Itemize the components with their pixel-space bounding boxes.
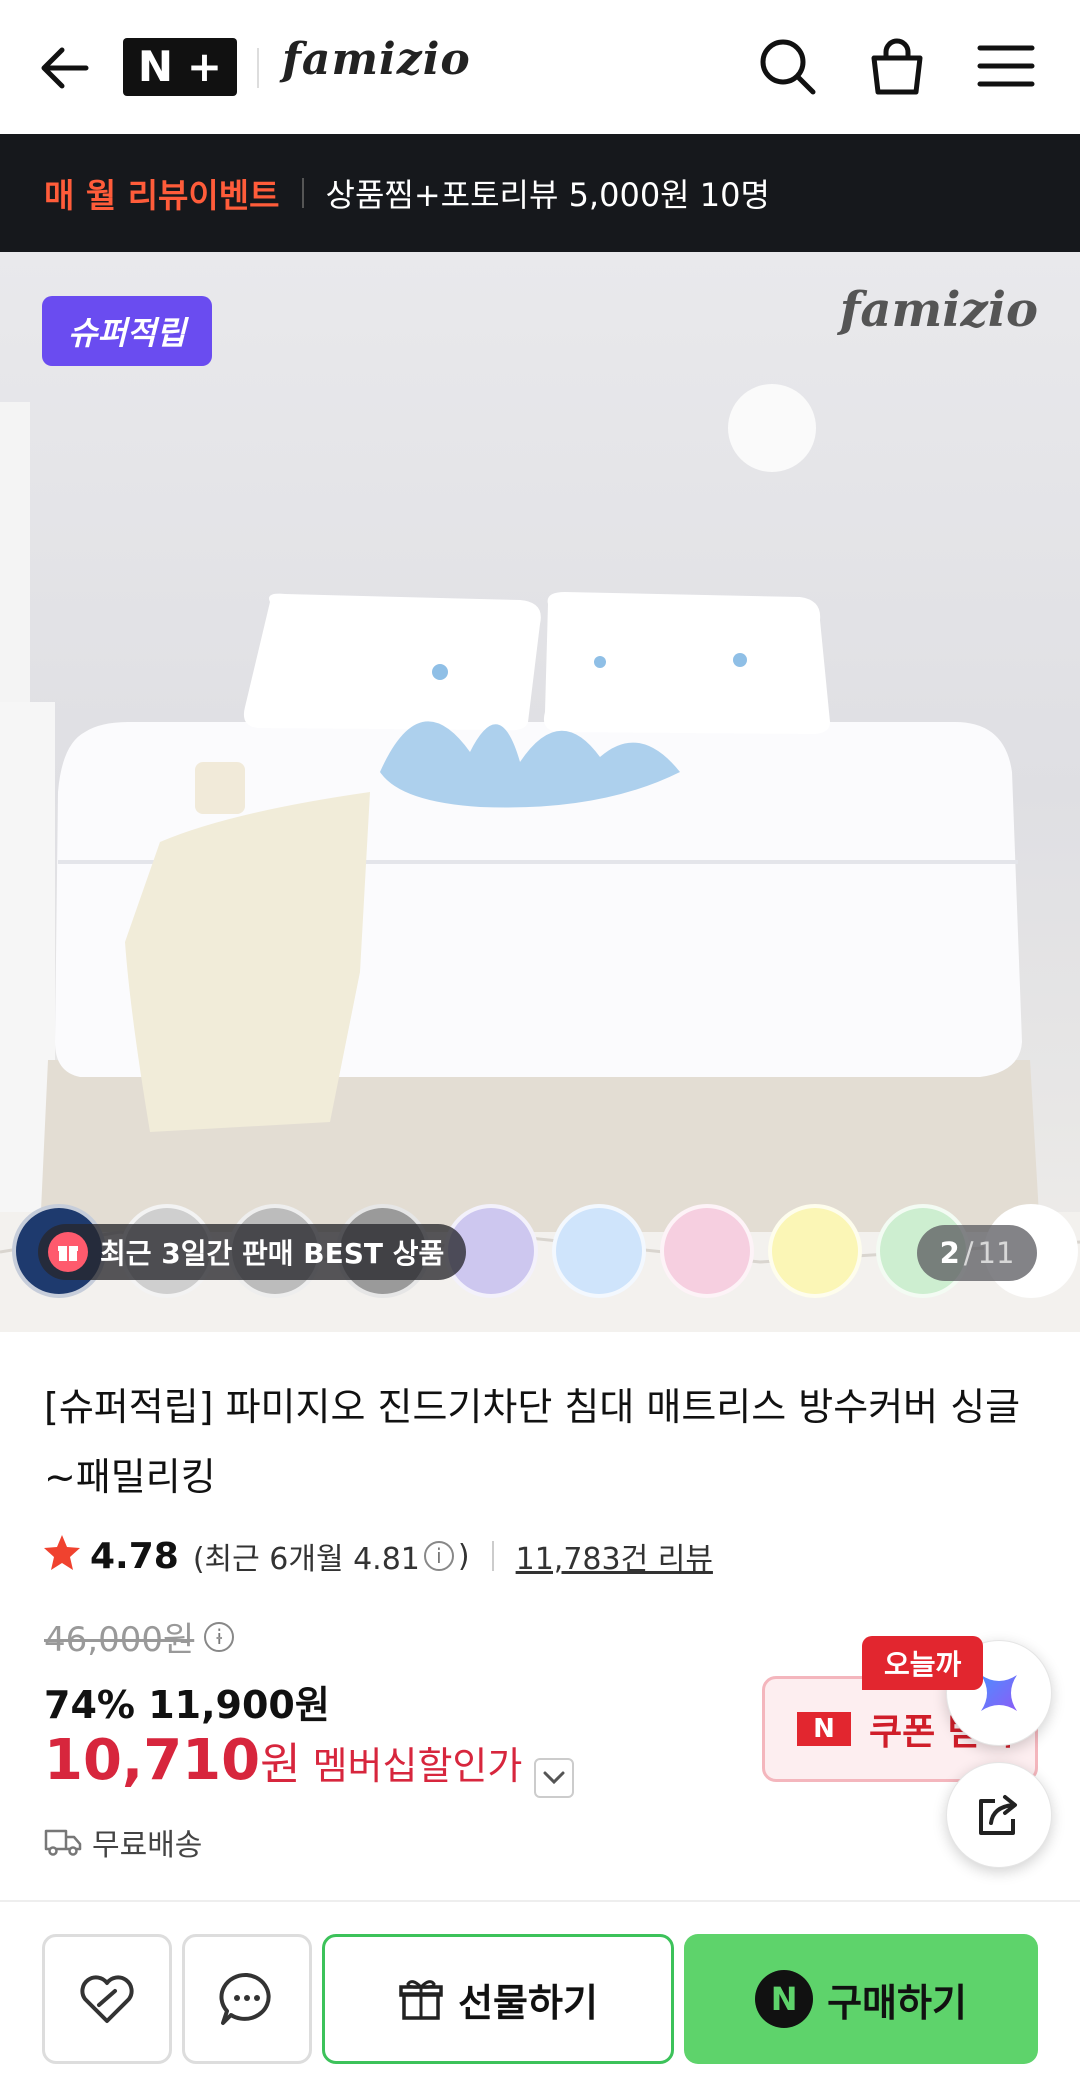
naver-pay-n-icon: N <box>755 1970 814 2028</box>
banner-text: 상품찜+포토리뷰 5,000원 10명 <box>325 176 770 214</box>
bed-product-photo <box>0 384 1080 1332</box>
search-icon[interactable] <box>755 34 821 100</box>
review-event-banner[interactable]: 매 월 리뷰이벤트 상품찜+포토리뷰 5,000원 10명 <box>0 134 1080 252</box>
membership-price-label: 멤버십할인가 <box>312 1744 523 1788</box>
heart-icon <box>80 1975 134 2023</box>
best-seller-label: 최근 3일간 판매 BEST 상품 <box>100 1237 445 1270</box>
delivery-label: 무료배송 <box>92 1828 203 1863</box>
color-swatch[interactable] <box>552 1204 646 1298</box>
gift-button[interactable]: 선물하기 <box>322 1934 674 2064</box>
price-info-icon[interactable]: i <box>204 1621 235 1652</box>
product-image-carousel[interactable]: 슈퍼적립 famizio 최근 3일간 판매 BEST 상품 2 / 11 <box>0 252 1080 1332</box>
membership-price-unit: 원 <box>260 1739 301 1790</box>
discount-rate: 74% <box>44 1683 135 1727</box>
delivery-info: 무료배송 <box>44 1820 202 1864</box>
banner-tag: 매 월 리뷰이벤트 <box>44 176 280 215</box>
buy-button[interactable]: N 구매하기 <box>684 1934 1038 2064</box>
product-title: [슈퍼적립] 파미지오 진드기차단 침대 매트리스 방수커버 싱글~패밀리킹 <box>44 1385 1021 1499</box>
share-icon <box>979 1795 1017 1835</box>
bottom-action-bar: 선물하기 N 구매하기 <box>0 1904 1080 2090</box>
color-swatch[interactable] <box>660 1204 754 1298</box>
banner-divider <box>301 178 304 208</box>
image-counter: 2 / 11 <box>917 1225 1037 1281</box>
today-only-tag: 오늘까 <box>862 1636 984 1690</box>
membership-price: 10,710 <box>44 1728 261 1793</box>
rating-row: 4.78 (최근 6개월 4.81 i ) 11,783건 리뷰 <box>42 1528 713 1584</box>
talk-chat-button[interactable] <box>182 1934 312 2064</box>
original-price: 46,000원 i <box>44 1612 238 1661</box>
super-reward-badge: 슈퍼적립 <box>42 296 212 366</box>
color-swatch[interactable] <box>768 1204 862 1298</box>
original-price-value: 46,000원 <box>44 1620 195 1660</box>
gift-box-icon <box>399 1980 443 2020</box>
buy-button-label: 구매하기 <box>827 1980 967 2025</box>
header-divider <box>257 48 259 88</box>
gift-button-label: 선물하기 <box>458 1980 598 2025</box>
truck-icon <box>44 1829 82 1856</box>
image-counter-separator: / <box>963 1236 974 1270</box>
wishlist-button[interactable] <box>42 1934 172 2064</box>
chevron-down-icon[interactable] <box>534 1758 575 1798</box>
best-seller-pill[interactable]: 최근 3일간 판매 BEST 상품 <box>38 1224 467 1280</box>
star-icon <box>42 1532 82 1580</box>
rating-score: 4.78 <box>90 1535 179 1577</box>
section-divider <box>0 1900 1080 1902</box>
rating-divider <box>491 1541 494 1571</box>
review-count-link[interactable]: 11,783건 리뷰 <box>516 1534 713 1578</box>
gift-icon <box>48 1232 88 1272</box>
image-counter-current: 2 <box>939 1236 960 1270</box>
naver-plus-logo[interactable]: N + <box>123 38 237 96</box>
cart-icon[interactable] <box>864 34 930 100</box>
back-arrow-icon[interactable] <box>36 38 96 98</box>
membership-price-line: 10,710 원 멤버십할인가 <box>44 1728 575 1798</box>
recent-rating-close: ) <box>457 1538 470 1574</box>
logo-n: N <box>137 42 174 91</box>
info-icon[interactable]: i <box>423 1541 454 1571</box>
naver-n-badge: N <box>797 1712 851 1746</box>
logo-plus: + <box>186 42 223 91</box>
recent-rating-text: (최근 6개월 4.81 <box>192 1542 420 1577</box>
share-button[interactable] <box>946 1762 1052 1868</box>
hero-brand-watermark: famizio <box>839 282 1038 338</box>
chat-bubble-icon <box>219 1972 271 2025</box>
sale-price-line: 74% 11,900원 <box>44 1674 330 1729</box>
store-brand-name[interactable]: famizio <box>282 34 471 85</box>
image-counter-total: 11 <box>977 1236 1015 1270</box>
top-header: N + famizio <box>0 0 1080 134</box>
sale-price: 11,900원 <box>148 1683 330 1727</box>
menu-icon[interactable] <box>974 34 1040 100</box>
